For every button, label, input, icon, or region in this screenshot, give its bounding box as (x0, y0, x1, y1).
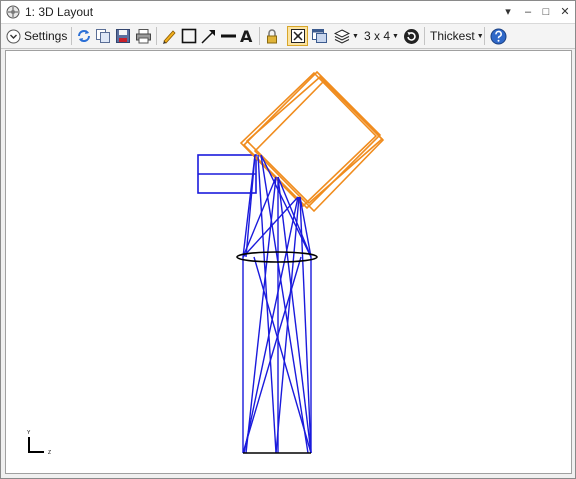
3d-layout-window: 1: 3D Layout ▾ – □ ✕ Settings A ▼ 3 x 4 … (0, 0, 576, 479)
axis-z-label: Z (48, 450, 51, 456)
rotate-button[interactable] (403, 26, 420, 46)
toolbar-divider (71, 27, 72, 45)
copy-icon (96, 29, 110, 43)
axis-indicator (28, 437, 44, 453)
window-menu-button[interactable]: ▾ (499, 3, 517, 21)
lock-icon (267, 29, 277, 44)
layers-icon (334, 29, 350, 44)
text-icon: A (240, 26, 253, 46)
minimize-button[interactable]: – (519, 3, 537, 21)
print-icon (136, 29, 151, 44)
toolbar-divider (424, 27, 425, 45)
optical-layout-drawing: Y Z (27, 70, 385, 456)
rectangle-icon (181, 28, 197, 44)
layers-button[interactable]: ▼ (334, 26, 359, 46)
window-icon (312, 29, 327, 43)
line-thickness-label: Thickest (430, 29, 475, 43)
print-button[interactable] (135, 26, 152, 46)
fit-view-button[interactable] (287, 26, 308, 46)
save-icon (116, 29, 130, 43)
grid-layout-label: 3 x 4 (364, 29, 391, 43)
toolbar-divider (156, 27, 157, 45)
ray-bundle (242, 154, 312, 454)
rotate-icon (404, 28, 419, 44)
settings-button[interactable]: Settings (6, 26, 67, 46)
grid-layout-dropdown[interactable]: 3 x 4 ▼ (364, 26, 399, 46)
copy-button[interactable] (95, 26, 111, 46)
settings-label: Settings (24, 29, 68, 43)
window-button[interactable] (311, 26, 328, 46)
title-bar[interactable]: 1: 3D Layout ▾ – □ ✕ (1, 1, 575, 24)
line-icon (221, 34, 236, 38)
help-icon (490, 28, 507, 44)
refresh-icon (78, 30, 90, 42)
line-thickness-dropdown[interactable]: Thickest ▼ (430, 26, 484, 46)
refresh-button[interactable] (76, 26, 92, 46)
draw-text-button[interactable]: A (240, 26, 252, 46)
pencil-icon (163, 30, 176, 44)
fold-mirror-block (197, 154, 257, 194)
grid-dropdown-icon: ▼ (392, 32, 399, 40)
3d-layout-canvas[interactable]: Y Z (5, 50, 572, 474)
layers-dropdown-icon: ▼ (352, 32, 359, 40)
lock-button[interactable] (264, 26, 280, 46)
draw-pencil-button[interactable] (161, 26, 177, 46)
toolbar-divider (259, 27, 260, 45)
thickness-dropdown-icon: ▼ (476, 32, 484, 40)
draw-arrow-button[interactable] (200, 26, 217, 46)
app-icon (6, 5, 20, 19)
draw-rectangle-button[interactable] (181, 26, 197, 46)
draw-line-button[interactable] (220, 26, 237, 46)
arrow-icon (201, 30, 215, 44)
toolbar-divider (484, 27, 485, 45)
fit-view-icon (290, 29, 305, 43)
maximize-button[interactable]: □ (537, 3, 555, 21)
save-button[interactable] (115, 26, 131, 46)
prism-outline (239, 70, 385, 213)
toolbar: Settings A ▼ 3 x 4 ▼ Thickest ▼ (1, 24, 575, 49)
close-button[interactable]: ✕ (556, 3, 574, 21)
help-button[interactable] (490, 26, 507, 46)
settings-chevron-icon (6, 29, 21, 43)
window-title: 1: 3D Layout (25, 5, 94, 19)
axis-y-label: Y (27, 430, 31, 436)
